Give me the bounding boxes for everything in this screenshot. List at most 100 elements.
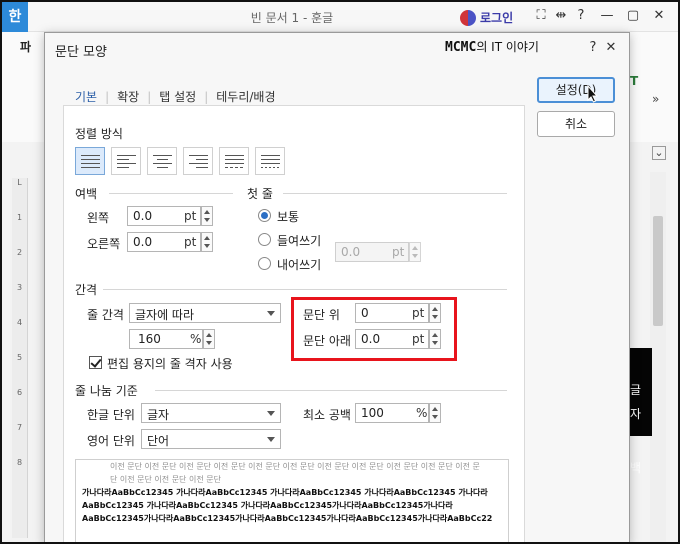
align-left-icon[interactable] — [111, 147, 141, 175]
english-unit-label: 영어 단위 — [87, 434, 135, 448]
line-spacing-stepper[interactable] — [203, 329, 215, 349]
spacing-section-title: 간격 — [75, 283, 98, 297]
chevron-down-icon — [267, 411, 275, 416]
minimize-icon[interactable]: — — [598, 8, 616, 23]
ribbon-more-icon[interactable]: » — [652, 92, 659, 106]
align-right-icon[interactable] — [183, 147, 213, 175]
vertical-ruler: L 1 2 3 4 5 6 7 8 — [12, 178, 28, 538]
line-grid-checkbox[interactable] — [89, 356, 102, 369]
watermark-brand: MCMC — [445, 40, 477, 55]
margin-left-value: 0.0 — [133, 209, 153, 223]
watermark: MCMC의 IT 이야기 — [445, 38, 539, 55]
dialog-close-icon[interactable]: ✕ — [603, 40, 619, 55]
korean-unit-value: 글자 — [147, 408, 170, 422]
margin-left-field[interactable]: 0.0 pt — [127, 206, 201, 226]
paragraph-preview: 이전 문단 이전 문단 이전 문단 이전 문단 이전 문단 이전 문단 이전 문… — [75, 459, 509, 544]
first-line-normal-radio[interactable] — [258, 209, 271, 222]
first-line-stepper[interactable] — [409, 242, 421, 262]
line-break-section-title: 줄 나눔 기준 — [75, 384, 138, 398]
unit-label: % — [190, 332, 202, 346]
margin-right-stepper[interactable] — [201, 232, 213, 252]
ribbon-collapse-icon[interactable]: ⌄ — [652, 146, 666, 160]
unit-label: pt — [392, 245, 405, 259]
tab-border-background[interactable]: 테두리/배경 — [208, 88, 283, 105]
ruler-mark: 1 — [16, 213, 23, 222]
unit-label: pt — [184, 209, 197, 223]
min-space-label: 최소 공백 — [303, 408, 351, 422]
dialog-help-icon[interactable]: ? — [585, 40, 601, 55]
document-text-fragment: 글자 백 — [628, 348, 652, 475]
english-unit-select[interactable]: 단어 — [141, 429, 281, 449]
doc-text-line: 글자 — [630, 383, 642, 421]
file-menu[interactable]: 파 — [20, 38, 31, 55]
close-icon[interactable]: ✕ — [650, 8, 668, 23]
min-space-stepper[interactable] — [429, 403, 441, 423]
align-center-icon[interactable] — [147, 147, 177, 175]
ruler-mark: 8 — [16, 458, 23, 467]
line-spacing-type-select[interactable]: 글자에 따라 — [129, 303, 281, 323]
margin-right-field[interactable]: 0.0 pt — [127, 232, 201, 252]
first-line-value: 0.0 — [341, 245, 361, 259]
tab-tab-settings[interactable]: 탭 설정 — [151, 88, 204, 105]
expand-icon[interactable]: ⇹ — [552, 8, 570, 23]
align-justify-icon[interactable] — [75, 147, 105, 175]
margin-section-title: 여백 — [75, 187, 98, 201]
login-button[interactable]: 로그인 — [460, 9, 513, 26]
watermark-suffix: 의 IT 이야기 — [476, 40, 539, 54]
restore-icon[interactable]: ▢ — [624, 8, 642, 23]
unit-label: % — [416, 406, 428, 420]
title-bar: 한 빈 문서 1 - 훈글 로그인 ⛶ ⇹ ? — ▢ ✕ — [2, 2, 678, 32]
ruler-mark: 7 — [16, 423, 23, 432]
doc-text-line: 백 — [630, 461, 642, 475]
first-line-hanging-radio[interactable] — [258, 257, 271, 270]
line-spacing-value: 160 — [138, 332, 161, 346]
min-space-field[interactable]: 100 % — [355, 403, 429, 423]
dialog-title: 문단 모양 — [55, 45, 107, 60]
ruler-mark: L — [17, 178, 22, 187]
align-distribute-icon[interactable] — [219, 147, 249, 175]
unit-label: pt — [184, 235, 197, 249]
margin-right-label: 오른쪽 — [87, 237, 121, 251]
ruler-mark: 2 — [16, 248, 23, 257]
preview-previous-text: 이전 문단 이전 문단 이전 문단 이전 문단 이전 문단 이전 문단 이전 문… — [110, 462, 480, 484]
mouse-cursor-icon — [587, 85, 599, 103]
margin-left-stepper[interactable] — [201, 206, 213, 226]
line-grid-label: 편집 용지의 줄 격자 사용 — [107, 357, 233, 371]
first-line-indent-label: 들여쓰기 — [277, 234, 322, 248]
margin-right-value: 0.0 — [133, 235, 153, 249]
account-icon — [460, 9, 476, 26]
divider — [103, 289, 507, 290]
fullscreen-icon[interactable]: ⛶ — [532, 8, 550, 23]
ok-button[interactable]: 설정(D) — [537, 77, 615, 103]
divider — [109, 193, 233, 194]
min-space-value: 100 — [361, 406, 384, 420]
ruler-mark: 6 — [16, 388, 23, 397]
align-divide-icon[interactable] — [255, 147, 285, 175]
text-style-icon[interactable]: T — [630, 74, 638, 88]
first-line-indent-radio[interactable] — [258, 233, 271, 246]
first-line-value-field[interactable]: 0.0 pt — [335, 242, 409, 262]
margin-left-label: 왼쪽 — [87, 211, 110, 225]
help-icon[interactable]: ? — [572, 8, 590, 23]
korean-unit-select[interactable]: 글자 — [141, 403, 281, 423]
scroll-thumb[interactable] — [653, 216, 663, 326]
first-line-hanging-label: 내어쓰기 — [277, 258, 322, 272]
first-line-normal-label: 보통 — [277, 210, 300, 224]
ruler-mark: 3 — [16, 283, 23, 292]
cancel-button[interactable]: 취소 — [537, 111, 615, 137]
app-logo-icon: 한 — [2, 2, 28, 32]
window-title: 빈 문서 1 - 훈글 — [250, 11, 334, 25]
alignment-section-title: 정렬 방식 — [75, 127, 123, 141]
english-unit-value: 단어 — [147, 434, 170, 448]
tab-extended[interactable]: 확장 — [109, 88, 147, 105]
login-label: 로그인 — [480, 11, 514, 25]
korean-unit-label: 한글 단위 — [87, 408, 135, 422]
preview-current-text: 가나다라AaBbCc12345 가나다라AaBbCc12345 가나다라AaBb… — [82, 488, 493, 523]
first-line-section-title: 첫 줄 — [247, 187, 273, 201]
divider — [283, 193, 507, 194]
paragraph-shape-dialog: 문단 모양 MCMC의 IT 이야기 ? ✕ 기본 | 확장 | 탭 설정 | … — [44, 32, 630, 544]
highlight-box — [291, 297, 457, 361]
chevron-down-icon — [267, 311, 275, 316]
line-spacing-value-field[interactable]: 160 % — [129, 329, 203, 349]
ruler-mark: 5 — [16, 353, 23, 362]
